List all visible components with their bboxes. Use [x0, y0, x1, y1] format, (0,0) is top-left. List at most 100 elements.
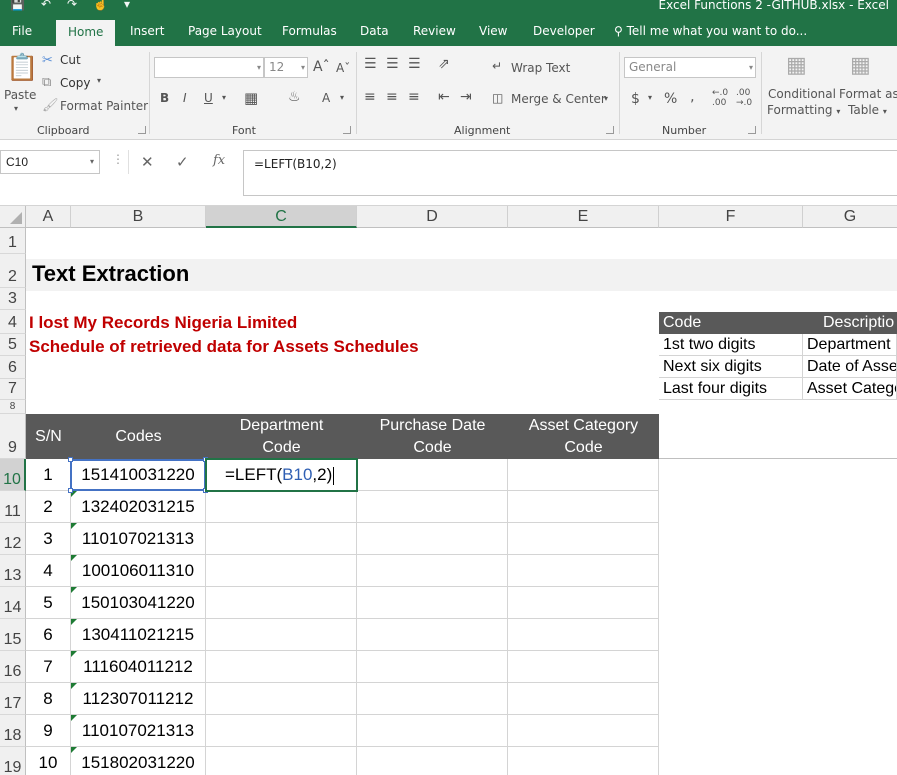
orientation-icon[interactable]: ⇗ — [438, 56, 450, 72]
code-cell[interactable]: 130411021215 — [71, 619, 206, 651]
department-code-cell[interactable] — [206, 747, 357, 775]
percent-icon[interactable]: % — [664, 91, 677, 107]
code-cell[interactable]: 151802031220 — [71, 747, 206, 775]
number-format-combo[interactable]: General ▾ — [624, 57, 756, 78]
ref-desc-cell[interactable]: Asset Catego — [803, 378, 897, 400]
currency-dropdown-icon[interactable]: ▾ — [648, 93, 652, 102]
merge-center-button[interactable]: Merge & Center — [511, 92, 606, 106]
fill-color-icon[interactable]: ♨ — [288, 89, 301, 105]
font-color-dropdown-icon[interactable]: ▾ — [340, 93, 344, 102]
row-header-6[interactable]: 6 — [0, 356, 26, 379]
middle-align-icon[interactable]: ☰ — [386, 56, 399, 72]
column-header-g[interactable]: G — [803, 206, 897, 228]
error-indicator-icon[interactable] — [71, 555, 77, 561]
ref-code-cell[interactable]: Last four digits — [659, 378, 803, 400]
tab-file[interactable]: File — [12, 24, 32, 38]
row-header-18[interactable]: 18 — [0, 715, 26, 747]
undo-icon[interactable]: ↶ — [41, 0, 51, 11]
error-indicator-icon[interactable] — [71, 715, 77, 721]
format-as-table-label[interactable]: Format as — [839, 87, 897, 101]
row-header-10[interactable]: 10 — [0, 459, 26, 491]
asset-category-code-cell[interactable] — [508, 715, 659, 747]
increase-font-icon[interactable]: Aˆ — [313, 59, 330, 75]
decrease-indent-icon[interactable]: ⇤ — [438, 89, 450, 105]
asset-category-code-cell[interactable] — [508, 587, 659, 619]
error-indicator-icon[interactable] — [71, 651, 77, 657]
formula-input[interactable]: =LEFT(B10,2) — [243, 150, 897, 196]
sn-cell[interactable]: 10 — [26, 747, 71, 775]
customize-qat-icon[interactable]: ▾ — [124, 0, 130, 11]
ref-desc-cell[interactable]: Date of Asse — [803, 356, 897, 378]
tab-view[interactable]: View — [479, 24, 507, 38]
code-cell[interactable]: 100106011310 — [71, 555, 206, 587]
ref-desc-cell[interactable]: Department — [803, 334, 897, 356]
purchase-date-code-cell[interactable] — [357, 491, 508, 523]
cancel-icon[interactable]: ✕ — [141, 153, 154, 171]
column-header-d[interactable]: D — [357, 206, 508, 228]
insert-function-icon[interactable]: fx — [213, 153, 225, 168]
purchase-date-code-cell[interactable] — [357, 747, 508, 775]
column-header-e[interactable]: E — [508, 206, 659, 228]
code-cell[interactable]: 110107021313 — [71, 523, 206, 555]
row-header-16[interactable]: 16 — [0, 651, 26, 683]
department-code-cell[interactable] — [206, 683, 357, 715]
asset-category-code-cell[interactable] — [508, 491, 659, 523]
top-align-icon[interactable]: ☰ — [364, 56, 377, 72]
purchase-date-code-cell[interactable] — [357, 651, 508, 683]
sn-cell[interactable]: 8 — [26, 683, 71, 715]
tell-me-box[interactable]: ⚲ Tell me what you want to do... — [614, 24, 807, 38]
row-header-11[interactable]: 11 — [0, 491, 26, 523]
enter-icon[interactable]: ✓ — [176, 153, 189, 171]
sn-cell[interactable]: 5 — [26, 587, 71, 619]
row-header-14[interactable]: 14 — [0, 587, 26, 619]
copy-dropdown-icon[interactable]: ▾ — [97, 76, 101, 85]
increase-indent-icon[interactable]: ⇥ — [460, 89, 472, 105]
error-indicator-icon[interactable] — [71, 619, 77, 625]
copy-button[interactable]: Copy — [60, 76, 90, 90]
purchase-date-code-cell[interactable] — [357, 459, 508, 491]
row-header-2[interactable]: 2 — [0, 254, 26, 288]
tab-page-layout[interactable]: Page Layout — [188, 24, 262, 38]
underline-dropdown-icon[interactable]: ▾ — [222, 93, 226, 102]
asset-category-code-cell[interactable] — [508, 523, 659, 555]
font-name-combo[interactable]: ▾ — [154, 57, 264, 78]
purchase-date-code-cell[interactable] — [357, 683, 508, 715]
paste-dropdown-icon[interactable]: ▾ — [14, 104, 18, 113]
bold-button[interactable]: B — [160, 91, 169, 105]
purchase-date-code-cell[interactable] — [357, 587, 508, 619]
active-cell-c10[interactable]: =LEFT(B10,2) — [205, 458, 358, 492]
purchase-date-code-cell[interactable] — [357, 619, 508, 651]
bottom-align-icon[interactable]: ☰ — [408, 56, 421, 72]
asset-category-code-cell[interactable] — [508, 683, 659, 715]
paste-icon[interactable]: 📋 — [6, 52, 38, 83]
purchase-date-code-cell[interactable] — [357, 523, 508, 555]
row-header-13[interactable]: 13 — [0, 555, 26, 587]
code-cell[interactable]: 150103041220 — [71, 587, 206, 619]
row-header-15[interactable]: 15 — [0, 619, 26, 651]
ref-code-cell[interactable]: 1st two digits — [659, 334, 803, 356]
asset-category-code-cell[interactable] — [508, 459, 659, 491]
currency-icon[interactable]: $ — [631, 91, 640, 107]
number-launcher-icon[interactable] — [748, 126, 756, 134]
select-all-button[interactable] — [0, 206, 26, 228]
merge-dropdown-icon[interactable]: ▾ — [604, 94, 608, 103]
purchase-date-code-cell[interactable] — [357, 715, 508, 747]
code-cell[interactable]: 132402031215 — [71, 491, 206, 523]
tab-formulas[interactable]: Formulas — [282, 24, 337, 38]
department-code-cell[interactable] — [206, 555, 357, 587]
column-header-a[interactable]: A — [26, 206, 71, 228]
row-header-12[interactable]: 12 — [0, 523, 26, 555]
code-cell[interactable]: 112307011212 — [71, 683, 206, 715]
increase-decimal-icon[interactable]: ←.0.00 — [712, 88, 728, 108]
asset-category-code-cell[interactable] — [508, 747, 659, 775]
save-icon[interactable]: 💾 — [10, 0, 25, 11]
sn-cell[interactable]: 3 — [26, 523, 71, 555]
department-code-cell[interactable] — [206, 715, 357, 747]
row-header-4[interactable]: 4 — [0, 310, 26, 334]
row-header-3[interactable]: 3 — [0, 288, 26, 310]
sn-cell[interactable]: 9 — [26, 715, 71, 747]
sn-cell[interactable]: 6 — [26, 619, 71, 651]
decrease-decimal-icon[interactable]: .00 →.0 — [736, 88, 752, 108]
error-indicator-icon[interactable] — [71, 523, 77, 529]
error-indicator-icon[interactable] — [71, 747, 77, 753]
